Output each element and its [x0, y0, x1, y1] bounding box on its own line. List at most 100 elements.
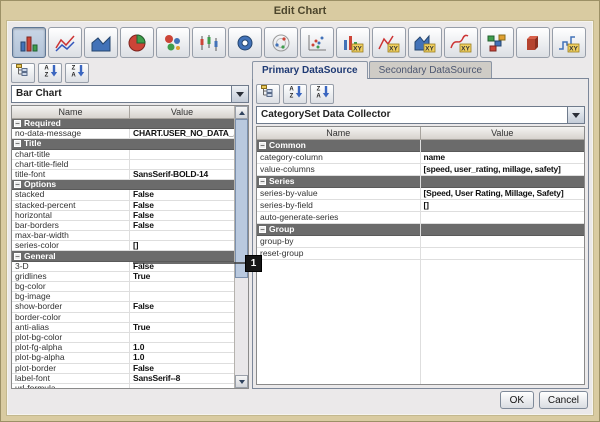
collapse-icon[interactable]: −	[259, 142, 266, 150]
property-value[interactable]: True	[130, 272, 234, 281]
property-row-series-by-value[interactable]: series-by-value [Speed, User Rating, Mill…	[257, 188, 584, 200]
section-row-title[interactable]: − Title	[12, 139, 234, 150]
property-row-label-font[interactable]: label-font SansSerif--8	[12, 373, 234, 384]
property-row-plot-border[interactable]: plot-border False	[12, 363, 234, 374]
xy-bar-chart-button[interactable]: XY	[336, 27, 370, 58]
polar-chart-button[interactable]	[264, 27, 298, 58]
property-row-series-color[interactable]: series-color[]	[12, 241, 234, 252]
property-value[interactable]: [speed, user_rating, millage, safety]	[421, 164, 585, 175]
property-row-value-columns[interactable]: value-columns [speed, user_rating, millag…	[257, 164, 584, 176]
property-row-url-formula[interactable]: url-formula	[12, 383, 234, 388]
stacked-3d-chart-button[interactable]	[516, 27, 550, 58]
sort-descending-button[interactable]: ZA	[65, 63, 89, 83]
data-collector-combo[interactable]: CategorySet Data Collector	[256, 106, 585, 124]
ok-button[interactable]: OK	[499, 391, 534, 409]
property-value[interactable]: []	[421, 200, 585, 211]
column-header-name[interactable]: Name	[257, 127, 421, 139]
scroll-up-button[interactable]	[235, 106, 248, 119]
property-row-show-border[interactable]: show-border False	[12, 302, 234, 313]
collapse-icon[interactable]: −	[259, 226, 266, 234]
area-chart-button[interactable]	[84, 27, 118, 58]
property-row-auto-generate-series[interactable]: auto-generate-series	[257, 212, 584, 224]
property-value[interactable]: False	[130, 190, 234, 199]
section-row-required[interactable]: − Required	[12, 119, 234, 130]
property-value[interactable]: False	[130, 364, 234, 373]
collapse-icon[interactable]: −	[14, 252, 21, 260]
stock-chart-button[interactable]	[192, 27, 226, 58]
scatter-chart-button[interactable]	[300, 27, 334, 58]
property-value[interactable]: False	[130, 302, 234, 311]
property-value[interactable]: False	[130, 201, 234, 210]
property-row-bg-image[interactable]: bg-image	[12, 292, 234, 303]
property-value[interactable]	[130, 150, 234, 159]
xy-spline-chart-button[interactable]: XY	[444, 27, 478, 58]
property-row-3-D[interactable]: 3-D False	[12, 261, 234, 272]
property-value[interactable]: [Speed, User Rating, Millage, Safety]	[421, 188, 585, 199]
property-value[interactable]: True	[130, 323, 234, 332]
chevron-down-icon[interactable]	[567, 107, 584, 123]
property-row-bg-color[interactable]: bg-color	[12, 282, 234, 293]
property-row-gridlines[interactable]: gridlines True	[12, 271, 234, 282]
title-bar[interactable]: Edit Chart	[1, 1, 599, 20]
column-header-value[interactable]: Value	[421, 127, 585, 139]
column-header-value[interactable]: Value	[130, 106, 234, 118]
collapse-icon[interactable]: −	[14, 140, 21, 148]
scrollbar-thumb[interactable]	[235, 119, 248, 278]
pie-chart-button[interactable]	[120, 27, 154, 58]
collapse-icon[interactable]: −	[14, 181, 21, 189]
section-row-series[interactable]: − Series	[257, 176, 584, 188]
property-row-group-by[interactable]: group-by	[257, 236, 584, 248]
categorize-button[interactable]	[11, 63, 35, 83]
collapse-icon[interactable]: −	[14, 120, 21, 128]
property-value[interactable]	[130, 384, 234, 388]
property-value[interactable]	[421, 248, 585, 259]
property-row-plot-bg-alpha[interactable]: plot-bg-alpha 1.0	[12, 353, 234, 364]
property-row-no-data-message[interactable]: no-data-message CHART.USER_NO_DATA_...	[12, 129, 234, 140]
bubble-chart-button[interactable]	[156, 27, 190, 58]
scrollbar-track[interactable]	[235, 119, 248, 375]
left-table-scrollbar[interactable]	[234, 106, 248, 388]
property-value[interactable]	[421, 236, 585, 247]
line-chart-button[interactable]	[48, 27, 82, 58]
tab-primary-datasource[interactable]: Primary DataSource	[252, 61, 368, 79]
property-value[interactable]	[130, 282, 234, 291]
property-value[interactable]	[130, 292, 234, 301]
property-value[interactable]	[421, 212, 585, 223]
property-row-stacked[interactable]: stacked False	[12, 190, 234, 201]
categorize-button[interactable]	[256, 84, 280, 104]
section-row-options[interactable]: − Options	[12, 180, 234, 191]
property-row-plot-bg-color[interactable]: plot-bg-color	[12, 332, 234, 344]
property-row-reset-group[interactable]: reset-group	[257, 248, 584, 260]
property-value[interactable]: False	[130, 211, 234, 220]
property-row-border-color[interactable]: border-color	[12, 312, 234, 323]
ring-chart-button[interactable]	[228, 27, 262, 58]
xy-step-chart-button[interactable]: XY	[552, 27, 586, 58]
block-chart-button[interactable]	[480, 27, 514, 58]
tab-secondary-datasource[interactable]: Secondary DataSource	[368, 61, 493, 79]
xy-line-chart-button[interactable]: XY	[372, 27, 406, 58]
property-value[interactable]: SansSerif--8	[130, 374, 234, 383]
property-row-series-by-field[interactable]: series-by-field[]	[257, 200, 584, 212]
column-header-name[interactable]: Name	[12, 106, 130, 118]
section-row-general[interactable]: − General	[12, 251, 234, 262]
sort-ascending-button[interactable]: AZ	[38, 63, 62, 83]
property-value[interactable]	[130, 231, 234, 240]
property-value[interactable]	[130, 160, 234, 169]
property-value[interactable]: False	[130, 221, 234, 230]
property-row-bar-borders[interactable]: bar-borders False	[12, 220, 234, 232]
xy-area-chart-button[interactable]: XY	[408, 27, 442, 58]
property-row-stacked-percent[interactable]: stacked-percent False	[12, 200, 234, 211]
property-value[interactable]: 1.0	[130, 343, 234, 352]
property-row-plot-fg-alpha[interactable]: plot-fg-alpha 1.0	[12, 343, 234, 354]
chevron-down-icon[interactable]	[231, 86, 248, 102]
section-row-group[interactable]: − Group	[257, 224, 584, 236]
bar-chart-button[interactable]	[12, 27, 46, 58]
property-value[interactable]: []	[130, 241, 234, 250]
property-row-chart-title[interactable]: chart-title	[12, 149, 234, 160]
property-row-anti-alias[interactable]: anti-alias True	[12, 322, 234, 333]
property-row-horizontal[interactable]: horizontal False	[12, 210, 234, 221]
sort-descending-button[interactable]: ZA	[310, 84, 334, 104]
property-value[interactable]	[130, 313, 234, 322]
property-value[interactable]: False	[130, 262, 234, 271]
collapse-icon[interactable]: −	[259, 178, 266, 186]
